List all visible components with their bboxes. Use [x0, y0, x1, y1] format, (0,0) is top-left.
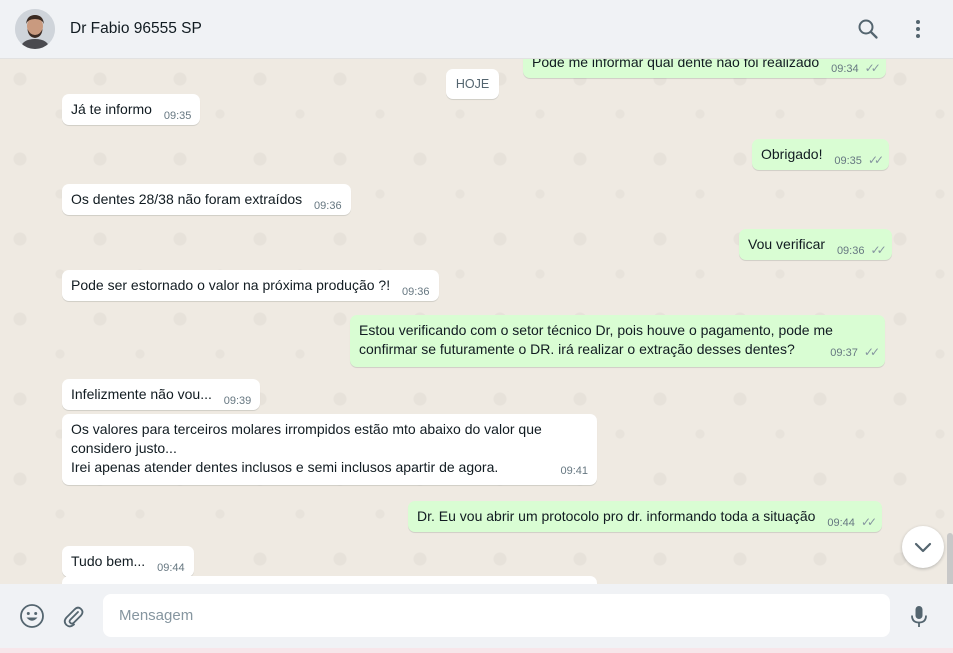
message-text-line: considero justo...: [71, 440, 177, 456]
message-time: 09:41: [560, 465, 588, 477]
message-bubble-incoming[interactable]: Infelizmente não vou... 09:39: [62, 379, 261, 410]
message-text: Pode ser estornado o valor na próxima pr…: [71, 277, 391, 293]
message-text: Pode me informar qual dente não foi real…: [532, 59, 820, 70]
message-bubble-incoming[interactable]: Pode ser estornado o valor na próxima pr…: [62, 270, 439, 301]
message-text-line: Estou verificando com o setor técnico Dr…: [359, 322, 833, 338]
paperclip-icon[interactable]: [60, 603, 86, 629]
message-time: 09:36: [401, 286, 430, 298]
message-time: 09:35: [834, 155, 862, 167]
message-meta: 09:37 ✓✓: [830, 343, 880, 363]
window-bottom-strip: [0, 648, 953, 653]
message-time: 09:36: [314, 200, 342, 212]
message-text: Dr. Eu vou abrir um protocolo pro dr. in…: [417, 508, 816, 524]
message-time: 09:34: [831, 63, 859, 75]
chevron-down-icon: [914, 542, 932, 553]
search-icon[interactable]: [856, 17, 880, 41]
message-text: Vou verificar: [748, 236, 826, 252]
message-time: 09:36: [836, 245, 865, 257]
scroll-to-bottom-button[interactable]: [902, 526, 944, 568]
message-bubble-incoming[interactable]: Os valores para terceiros molares irromp…: [62, 414, 597, 485]
date-divider: HOJE: [446, 69, 499, 99]
message-meta: 09:36 ✓✓: [836, 241, 887, 261]
message-bubble-incoming[interactable]: Tudo bem... 09:44: [62, 546, 194, 577]
double-check-icon: ✓✓: [863, 345, 880, 359]
message-time: 09:44: [827, 517, 855, 529]
message-time: 09:39: [223, 395, 252, 407]
message-text: Tudo bem...: [71, 553, 146, 569]
double-check-icon: ✓✓: [864, 61, 881, 75]
double-check-icon: ✓✓: [870, 243, 887, 257]
message-bubble-incoming[interactable]: Já te informo 09:35: [62, 94, 201, 125]
message-bubble-outgoing[interactable]: Estou verificando com o setor técnico Dr…: [350, 315, 885, 367]
message-time: 09:37: [830, 347, 858, 359]
message-composer: [0, 584, 953, 648]
message-bubble-outgoing[interactable]: Dr. Eu vou abrir um protocolo pro dr. in…: [408, 501, 883, 533]
message-text: Infelizmente não vou...: [71, 386, 212, 402]
microphone-icon[interactable]: [906, 603, 932, 629]
message-text-line: Irei apenas atender dentes inclusos e se…: [71, 459, 499, 475]
message-text: Já te informo: [71, 101, 152, 117]
message-meta: 09:34 ✓✓: [831, 59, 881, 79]
message-text: Obrigado!: [761, 146, 823, 162]
double-check-icon: ✓✓: [867, 153, 884, 167]
message-bubble-outgoing[interactable]: Pode me informar qual dente não foi real…: [523, 59, 886, 78]
chat-header: Dr Fabio 96555 SP: [0, 0, 953, 59]
message-meta: 09:44 ✓✓: [827, 513, 877, 533]
contact-avatar[interactable]: [15, 9, 55, 49]
message-bubble-incoming[interactable]: Os dentes 28/38 não foram extraídos 09:3…: [62, 184, 351, 215]
message-time: 09:35: [163, 110, 192, 122]
double-check-icon: ✓✓: [860, 515, 877, 529]
message-meta: 09:35 ✓✓: [834, 151, 884, 171]
message-bubble-incoming[interactable]: [62, 576, 597, 584]
message-text-line: confirmar se futuramente o DR. irá reali…: [359, 341, 795, 357]
message-input[interactable]: [103, 594, 890, 637]
message-bubble-outgoing[interactable]: Vou verificar 09:36 ✓✓: [739, 229, 892, 260]
scrollbar-thumb[interactable]: [947, 533, 953, 584]
emoji-icon[interactable]: [19, 603, 45, 629]
kebab-menu-icon[interactable]: [906, 17, 930, 41]
message-list[interactable]: Pode me informar qual dente não foi real…: [0, 59, 953, 584]
contact-name[interactable]: Dr Fabio 96555 SP: [70, 20, 202, 38]
message-text: Os dentes 28/38 não foram extraídos: [71, 191, 303, 207]
message-bubble-outgoing[interactable]: Obrigado! 09:35 ✓✓: [752, 139, 890, 171]
message-text-line: Os valores para terceiros molares irromp…: [71, 421, 542, 437]
